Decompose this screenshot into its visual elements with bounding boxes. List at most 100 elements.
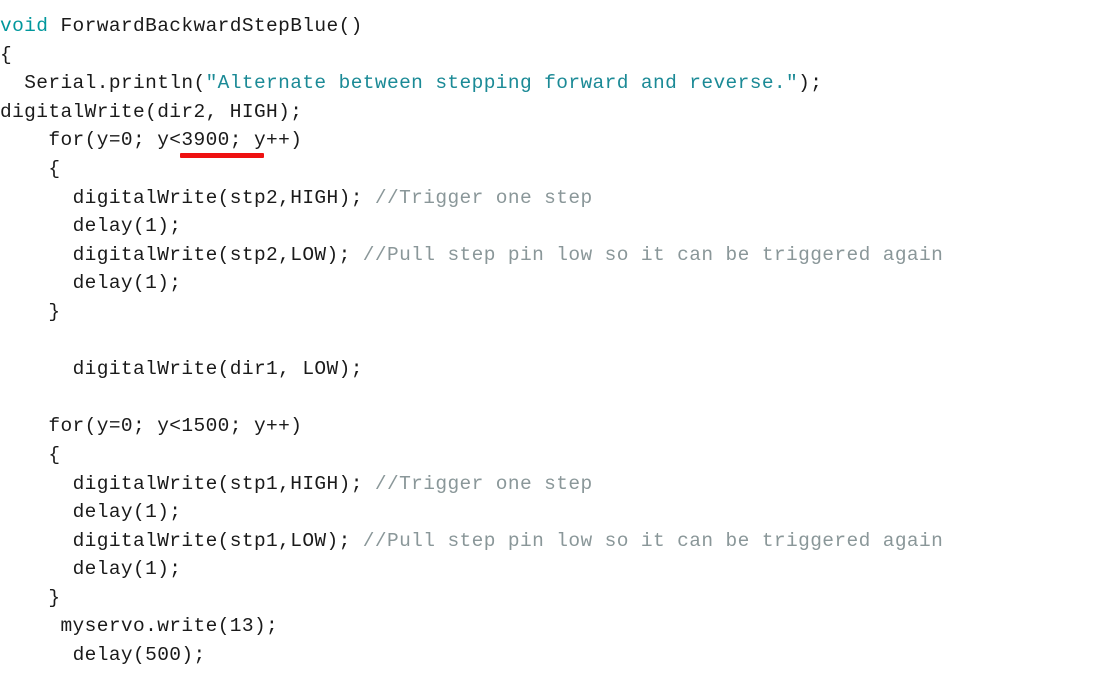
code-token-plain: (stp1, [217,529,291,552]
code-token-for_keyword: for [48,415,85,438]
code-token-plain: myservo [60,615,146,638]
code-token-plain: (dir1, [217,358,303,381]
code-token-plain: } [48,586,61,609]
code-token-plain: (13); [217,615,279,638]
code-line: myservo.write(13); [0,612,1102,641]
code-token-constant: LOW [290,243,327,266]
code-token-plain: ); [326,529,363,552]
code-token-comment: //Trigger one step [374,472,593,495]
code-token-function: println [108,72,194,95]
code-token-plain: (1); [133,215,182,238]
code-token-plain: { [48,443,61,466]
code-line: digitalWrite(dir2, HIGH); [0,98,1102,127]
code-token-function: delay [72,272,134,295]
code-line: void ForwardBackwardStepBlue() [0,0,1102,41]
code-token-plain: ); [338,358,363,381]
code-token-plain: ); [798,72,823,95]
code-token-function: delay [72,644,134,667]
code-token-plain: (1); [133,501,182,524]
code-line: digitalWrite(stp1,LOW); //Pull step pin … [0,527,1102,556]
code-token-plain: ); [326,243,363,266]
code-token-plain: { [48,157,61,180]
code-line: { [0,441,1102,470]
code-token-function: digitalWrite [72,358,218,381]
code-token-plain: ( [193,72,206,95]
code-line: digitalWrite(dir1, LOW); [0,355,1102,384]
code-line: for(y=0; y<3900; y++) [0,126,1102,155]
code-token-constant: HIGH [229,100,279,123]
code-token-plain: { [0,43,13,66]
code-token-constant: LOW [290,529,327,552]
code-token-function: digitalWrite [0,100,146,123]
code-line: { [0,155,1102,184]
code-token-constant: HIGH [290,186,339,209]
code-line: Serial.println("Alternate between steppi… [0,69,1102,98]
code-token-plain: (1); [133,558,182,581]
code-token-plain: (y=0; y<3900; y++) [84,129,303,152]
code-line: } [0,584,1102,613]
code-token-plain: . [145,615,158,638]
code-token-for_keyword: for [48,129,85,152]
code-token-plain: (stp2, [217,243,291,266]
code-line: delay(1); [0,498,1102,527]
code-token-plain: (500); [133,644,206,667]
code-line: { [0,41,1102,70]
code-token-function: delay [72,215,134,238]
code-line: digitalWrite(stp2,HIGH); //Trigger one s… [0,184,1102,213]
code-token-function: digitalWrite [72,186,218,209]
code-token-library: Serial [24,72,97,95]
code-line: digitalWrite(stp1,HIGH); //Trigger one s… [0,470,1102,499]
code-token-plain: (1); [133,272,182,295]
code-token-comment: //Pull step pin low so it can be trigger… [362,243,944,266]
code-token-function: delay [72,501,134,524]
code-token-function: write [157,615,218,638]
code-token-plain: ); [338,186,375,209]
code-token-keyword: void [0,15,49,37]
code-token-plain: . [96,72,109,95]
code-token-function: digitalWrite [72,472,218,495]
code-line: delay(500); [0,641,1102,670]
code-token-plain: ); [278,100,303,123]
code-token-plain: (dir2, [145,100,230,123]
code-token-plain: (y=0; y<1500; y++) [84,415,303,438]
code-token-function: digitalWrite [72,529,218,552]
code-lines-container: void ForwardBackwardStepBlue(){ Serial.p… [0,0,1102,670]
code-token-plain: ForwardBackwardStepBlue() [48,15,363,37]
code-token-plain: (stp2, [217,186,291,209]
code-token-function: delay [72,558,134,581]
code-token-constant: HIGH [290,472,339,495]
code-token-plain: ); [338,472,375,495]
code-token-plain: (stp1, [217,472,291,495]
code-token-plain: } [48,300,61,323]
code-token-string: "Alternate between stepping forward and … [205,72,799,95]
code-line: digitalWrite(stp2,LOW); //Pull step pin … [0,241,1102,270]
code-line: delay(1); [0,269,1102,298]
code-line: } [0,298,1102,327]
code-token-comment: //Trigger one step [374,186,593,209]
code-listing: void ForwardBackwardStepBlue(){ Serial.p… [0,0,1102,680]
code-line: delay(1); [0,212,1102,241]
code-token-comment: //Pull step pin low so it can be trigger… [362,529,944,552]
code-token-constant: LOW [302,358,339,381]
code-token-function: digitalWrite [72,243,218,266]
